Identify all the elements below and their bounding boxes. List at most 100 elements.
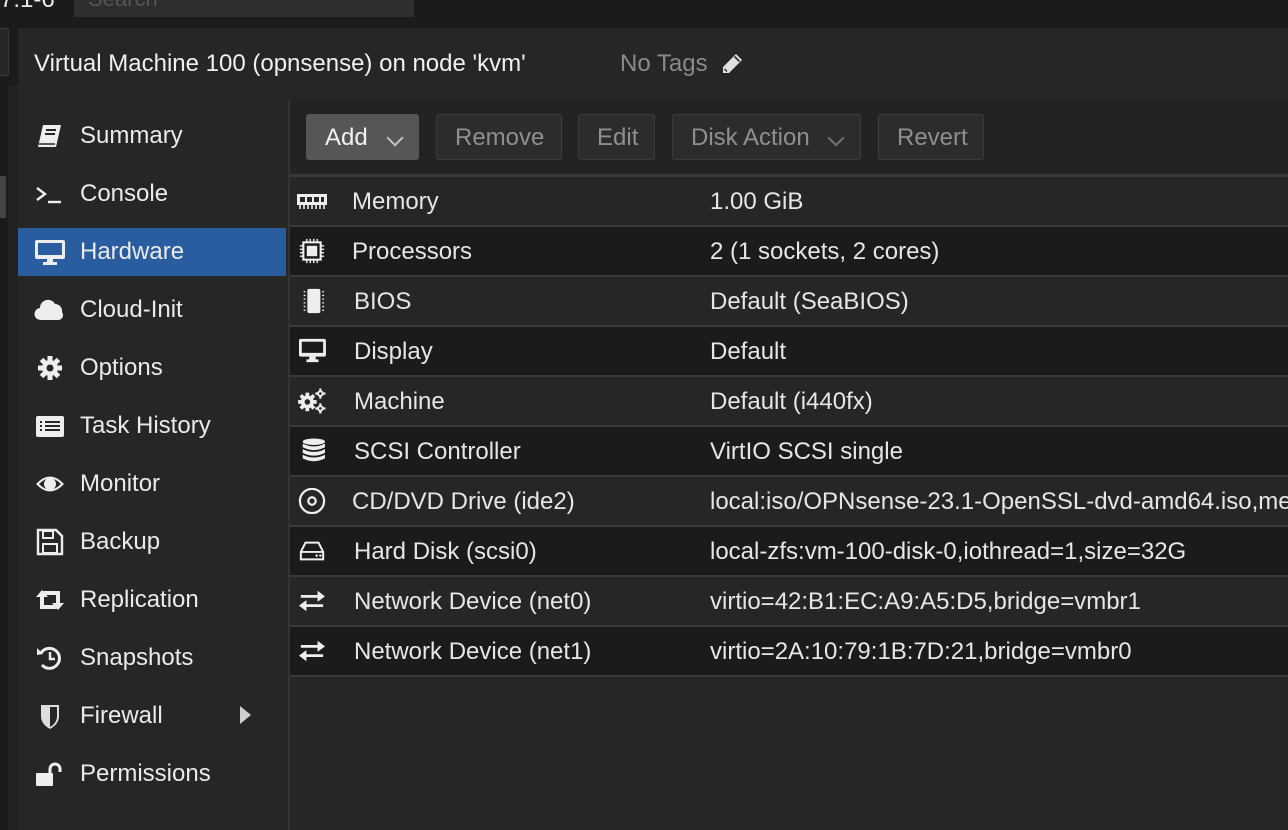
row-value: 2 (1 sockets, 2 cores)	[710, 238, 940, 265]
gear-icon	[38, 356, 62, 380]
hardware-row-network-net0[interactable]: Network Device (net0) virtio=42:B1:EC:A9…	[290, 577, 1288, 627]
exchange-icon	[299, 640, 325, 662]
sidebar-item-snapshots[interactable]: Snapshots	[18, 634, 286, 682]
cloud-icon	[34, 299, 64, 321]
search-input[interactable]: Search	[74, 0, 414, 17]
row-value: virtio=42:B1:EC:A9:A5:D5,bridge=vmbr1	[710, 588, 1141, 615]
sidebar-item-monitor[interactable]: Monitor	[18, 460, 286, 508]
row-name: Display	[354, 338, 433, 365]
floppy-icon	[36, 528, 64, 556]
sidebar-item-replication[interactable]: Replication	[18, 576, 286, 624]
sidebar-item-label: Replication	[80, 586, 199, 613]
resource-tree-scrollbar[interactable]	[0, 176, 6, 218]
row-name: BIOS	[354, 288, 412, 315]
top-bar: 7.1-6 Search	[0, 0, 1288, 28]
sidebar-item-task-history[interactable]: Task History	[18, 402, 286, 450]
remove-button[interactable]: Remove	[436, 114, 562, 160]
pencil-icon[interactable]	[720, 52, 744, 76]
sidebar-item-label: Task History	[80, 412, 211, 439]
hardware-row-memory[interactable]: Memory 1.00 GiB	[290, 177, 1288, 227]
desktop-icon	[35, 240, 65, 265]
exchange-icon	[299, 590, 325, 612]
sidebar-item-hardware[interactable]: Hardware	[18, 228, 286, 276]
row-name: Network Device (net0)	[354, 588, 592, 615]
add-button-label: Add	[325, 124, 368, 151]
chevron-down-icon	[386, 129, 404, 147]
remove-button-label: Remove	[455, 124, 545, 151]
hardware-row-display[interactable]: Display Default	[290, 327, 1288, 377]
expand-arrow-icon[interactable]	[240, 706, 251, 724]
sidebar-item-permissions[interactable]: Permissions	[18, 750, 286, 798]
sidebar-item-backup[interactable]: Backup	[18, 518, 286, 566]
cpu-icon	[299, 238, 325, 264]
eye-icon	[36, 476, 64, 492]
row-name: Hard Disk (scsi0)	[354, 538, 537, 565]
revert-button[interactable]: Revert	[878, 114, 984, 160]
history-icon	[37, 646, 61, 670]
row-name: Network Device (net1)	[354, 638, 592, 665]
hardware-row-cd-dvd-drive[interactable]: CD/DVD Drive (ide2) local:iso/OPNsense-2…	[290, 477, 1288, 527]
row-value: local-zfs:vm-100-disk-0,iothread=1,size=…	[710, 538, 1187, 565]
content-header: Virtual Machine 100 (opnsense) on node '…	[18, 28, 1288, 100]
shield-icon	[41, 705, 59, 729]
row-value: Default	[710, 338, 787, 365]
edit-button[interactable]: Edit	[578, 114, 655, 160]
sidebar-item-label: Options	[80, 354, 163, 381]
sidebar-item-label: Permissions	[80, 760, 211, 787]
chevron-down-icon	[827, 129, 845, 147]
row-name: Machine	[354, 388, 445, 415]
disk-action-button-label: Disk Action	[691, 124, 810, 151]
row-value: 1.00 GiB	[710, 188, 804, 215]
sidebar-item-label: Hardware	[80, 238, 185, 265]
terminal-icon	[36, 187, 61, 204]
row-name: SCSI Controller	[354, 438, 521, 465]
unlock-icon	[36, 762, 62, 786]
sidebar-item-label: Snapshots	[80, 644, 194, 671]
row-value: virtio=2A:10:79:1B:7D:21,bridge=vmbr0	[710, 638, 1132, 665]
sidebar-item-label: Cloud-Init	[80, 296, 183, 323]
page-title: Virtual Machine 100 (opnsense) on node '…	[34, 50, 526, 77]
row-name: CD/DVD Drive (ide2)	[352, 488, 575, 515]
sidebar-item-cloud-init[interactable]: Cloud-Init	[18, 286, 286, 334]
sidebar-item-label: Summary	[80, 122, 183, 149]
sidebar-item-label: Monitor	[80, 470, 161, 497]
gears-icon	[298, 388, 326, 414]
cdrom-icon	[298, 488, 326, 514]
hardware-row-scsi-controller[interactable]: SCSI Controller VirtIO SCSI single	[290, 427, 1288, 477]
sidebar-item-console[interactable]: Console	[18, 170, 286, 218]
row-value: local:iso/OPNsense-23.1-OpenSSL-dvd-amd6…	[710, 488, 1288, 515]
list-icon	[36, 416, 64, 437]
row-value: Default (i440fx)	[710, 388, 873, 415]
row-value: VirtIO SCSI single	[710, 438, 903, 465]
resource-tree-button[interactable]	[0, 28, 9, 76]
row-value: Default (SeaBIOS)	[710, 288, 909, 315]
sidebar-item-label: Firewall	[80, 702, 163, 729]
sidebar-item-label: Console	[80, 180, 169, 207]
sidebar-item-firewall[interactable]: Firewall	[18, 692, 286, 740]
hardware-row-hard-disk[interactable]: Hard Disk (scsi0) local-zfs:vm-100-disk-…	[290, 527, 1288, 577]
row-name: Processors	[352, 238, 473, 265]
disk-action-button[interactable]: Disk Action	[672, 114, 861, 160]
database-icon	[302, 438, 325, 462]
sidebar-item-summary[interactable]: Summary	[18, 112, 286, 160]
bios-chip-icon	[303, 288, 325, 314]
hardware-row-processors[interactable]: Processors 2 (1 sockets, 2 cores)	[290, 227, 1288, 277]
retweet-icon	[36, 590, 64, 610]
resource-tree-panel	[8, 86, 18, 830]
sidebar-item-label: Backup	[80, 528, 161, 555]
add-button[interactable]: Add	[306, 114, 419, 160]
version-label: 7.1-6	[0, 0, 55, 14]
hardware-toolbar: Add Remove Edit Disk Action Revert	[290, 100, 1288, 177]
hardware-grid: Memory 1.00 GiB Processors 2 (1 sockets,…	[290, 177, 1288, 677]
hdd-icon	[299, 541, 325, 561]
edit-button-label: Edit	[597, 124, 639, 151]
desktop-icon	[299, 338, 326, 363]
memory-icon	[297, 194, 327, 209]
hardware-row-bios[interactable]: BIOS Default (SeaBIOS)	[290, 277, 1288, 327]
hardware-row-network-net1[interactable]: Network Device (net1) virtio=2A:10:79:1B…	[290, 627, 1288, 677]
tags-label: No Tags	[620, 50, 708, 77]
hardware-row-machine[interactable]: Machine Default (i440fx)	[290, 377, 1288, 427]
search-placeholder: Search	[88, 0, 158, 12]
sidebar-item-options[interactable]: Options	[18, 344, 286, 392]
book-icon	[38, 125, 61, 147]
